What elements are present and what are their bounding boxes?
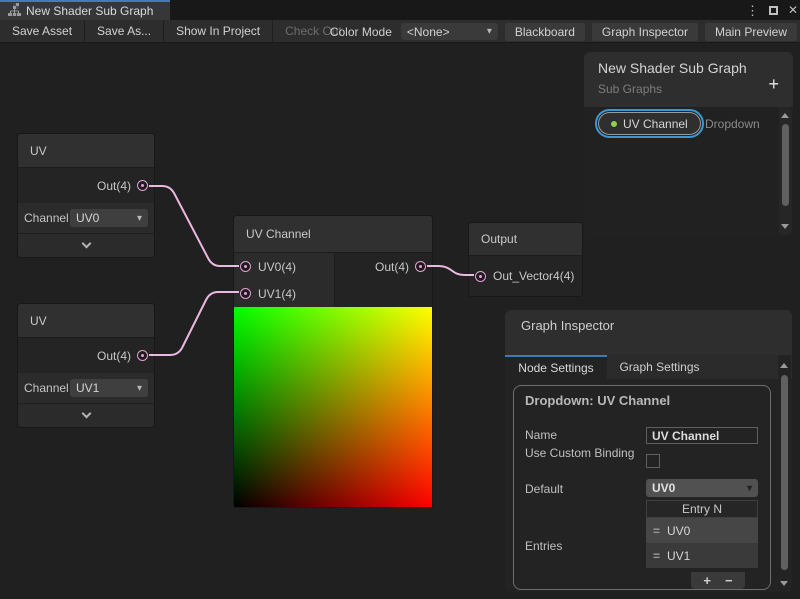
property-pill-uv-channel[interactable]: UV Channel: [598, 112, 701, 135]
blackboard-scroll-thumb[interactable]: [782, 124, 789, 206]
output-node-title: Output: [469, 223, 582, 256]
blackboard-subtitle: Sub Graphs: [598, 82, 779, 96]
uv-channel-input-uv0-label: UV0(4): [258, 260, 296, 274]
save-asset-button[interactable]: Save Asset: [0, 20, 85, 42]
tab-new-shader-sub-graph[interactable]: New Shader Sub Graph: [0, 0, 170, 20]
section-title: Dropdown: UV Channel: [525, 393, 670, 408]
tab-graph-settings[interactable]: Graph Settings: [607, 355, 712, 379]
uv-channel-out-port[interactable]: [415, 261, 426, 272]
tab-node-settings[interactable]: Node Settings: [505, 355, 607, 379]
scroll-up-icon[interactable]: [781, 113, 789, 118]
uv-node-2[interactable]: UV Out(4) Channel UV1 ▾: [17, 303, 155, 428]
color-mode-dropdown[interactable]: <None> ▾: [401, 23, 498, 40]
chevron-down-icon: ▾: [487, 26, 492, 37]
uv-channel-out-label: Out(4): [375, 260, 409, 274]
add-property-button[interactable]: +: [768, 74, 779, 95]
chevron-down-icon: [81, 239, 91, 249]
uv-node-2-channel-dropdown[interactable]: UV1 ▾: [70, 379, 148, 397]
entry-row-uv1[interactable]: = UV1: [646, 543, 758, 568]
uv-node-1-title: UV: [18, 134, 154, 168]
name-label: Name: [525, 428, 557, 442]
edge-uv1-to-uvchannel[interactable]: [149, 186, 239, 266]
uv-gradient-preview: [234, 307, 432, 507]
output-node-input-port[interactable]: [475, 271, 486, 282]
property-name: UV Channel: [623, 117, 688, 131]
uv-node-1-channel-dropdown[interactable]: UV0 ▾: [70, 209, 148, 227]
chevron-down-icon: [81, 409, 91, 419]
uv-node-1-collapse-button[interactable]: [18, 233, 154, 257]
uv-node-1-out-label: Out(4): [97, 179, 131, 193]
show-in-project-button[interactable]: Show In Project: [164, 20, 273, 42]
uv-channel-node-title: UV Channel: [234, 216, 432, 253]
uv-node-1-out-port[interactable]: [137, 180, 148, 191]
blackboard-panel: New Shader Sub Graph Sub Graphs + UV Cha…: [584, 52, 793, 236]
property-type-dot-icon: [611, 121, 617, 127]
entries-header: Entry N: [646, 500, 758, 518]
uv-node-2-out-label: Out(4): [97, 349, 131, 363]
blackboard-title: New Shader Sub Graph: [598, 60, 779, 76]
uv-channel-input-uv1-label: UV1(4): [258, 287, 296, 301]
default-label: Default: [525, 482, 563, 496]
maximize-icon[interactable]: [769, 6, 778, 15]
uv-channel-node[interactable]: UV Channel UV0(4) UV1(4) Out(4): [233, 215, 433, 508]
remove-entry-button[interactable]: −: [725, 573, 733, 588]
drag-handle-icon[interactable]: =: [653, 549, 660, 563]
close-icon[interactable]: ✕: [788, 4, 798, 16]
toolbar: Save Asset Save As... Show In Project Ch…: [0, 20, 800, 43]
uv-channel-input-uv1-port[interactable]: [240, 288, 251, 299]
main-preview-toggle-button[interactable]: Main Preview: [705, 23, 797, 41]
use-custom-binding-checkbox[interactable]: [646, 454, 660, 468]
tab-title: New Shader Sub Graph: [26, 4, 153, 18]
graph-inspector-panel: Graph Inspector Node Settings Graph Sett…: [505, 310, 792, 592]
entry-row-uv0[interactable]: = UV0: [646, 518, 758, 543]
scroll-down-icon[interactable]: [780, 581, 788, 586]
inspector-scroll-thumb[interactable]: [781, 375, 788, 570]
entries-label: Entries: [525, 539, 562, 553]
graph-inspector-title: Graph Inspector: [505, 310, 792, 355]
chevron-down-icon: ▾: [747, 483, 752, 494]
uv-node-2-out-port[interactable]: [137, 350, 148, 361]
chevron-down-icon: ▾: [137, 213, 142, 224]
edge-uv2-to-uvchannel[interactable]: [149, 292, 239, 355]
blackboard-scrollbar[interactable]: [779, 107, 792, 235]
use-custom-binding-label: Use Custom Binding: [525, 446, 637, 461]
add-entry-button[interactable]: +: [703, 573, 711, 588]
drag-handle-icon[interactable]: =: [653, 524, 660, 538]
chevron-down-icon: ▾: [137, 383, 142, 394]
uv-node-1-channel-label: Channel: [24, 211, 68, 225]
scroll-up-icon[interactable]: [780, 363, 788, 368]
tab-bar: New Shader Sub Graph ⋮ ✕: [0, 0, 800, 20]
uv-node-1[interactable]: UV Out(4) Channel UV0 ▾: [17, 133, 155, 258]
blackboard-toggle-button[interactable]: Blackboard: [505, 23, 585, 41]
output-node[interactable]: Output Out_Vector4(4): [468, 222, 583, 297]
output-node-port-label: Out_Vector4(4): [493, 269, 574, 283]
name-field[interactable]: UV Channel: [646, 427, 758, 444]
property-type-label: Dropdown: [705, 117, 760, 131]
kebab-menu-icon[interactable]: ⋮: [746, 4, 759, 17]
uv-node-2-collapse-button[interactable]: [18, 403, 154, 427]
color-mode-label: Color Mode: [330, 25, 392, 39]
inspector-scrollbar[interactable]: [778, 355, 791, 592]
default-dropdown[interactable]: UV0 ▾: [646, 479, 758, 497]
uv-channel-input-uv0-port[interactable]: [240, 261, 251, 272]
edge-uvchannel-to-output[interactable]: [427, 266, 474, 275]
sub-graph-asset-icon: [8, 3, 21, 19]
shader-graph-window: New Shader Sub Graph ⋮ ✕ Save Asset Save…: [0, 0, 800, 599]
scroll-down-icon[interactable]: [781, 224, 789, 229]
save-as-button[interactable]: Save As...: [85, 20, 164, 42]
entries-list: Entry N = UV0 = UV1: [646, 500, 758, 568]
uv-node-2-title: UV: [18, 304, 154, 338]
dropdown-settings-box: Dropdown: UV Channel Name UV Channel Use…: [513, 385, 771, 590]
uv-node-2-channel-label: Channel: [24, 381, 68, 395]
graph-inspector-toggle-button[interactable]: Graph Inspector: [592, 23, 698, 41]
